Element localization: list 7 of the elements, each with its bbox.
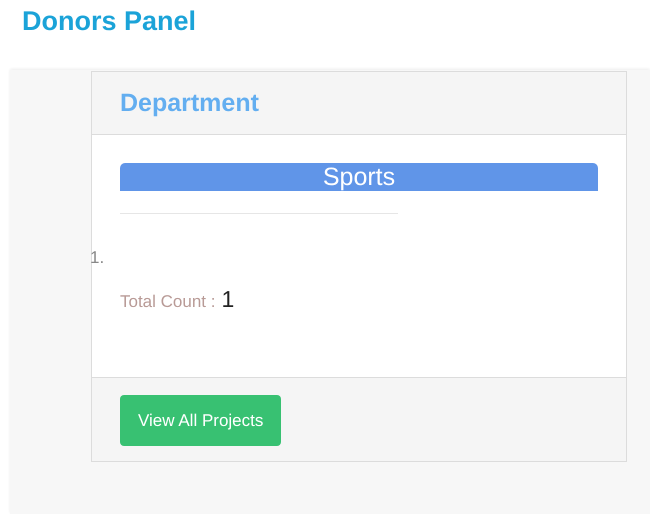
list-number: 1. [90,248,106,268]
total-count-value: 1 [221,286,234,313]
view-all-projects-button[interactable]: View All Projects [120,395,282,446]
card-title: Department [120,88,259,118]
total-count-label: Total Count : [120,292,216,312]
category-heading: Sports [120,163,598,191]
page-title: Donors Panel [22,6,196,37]
